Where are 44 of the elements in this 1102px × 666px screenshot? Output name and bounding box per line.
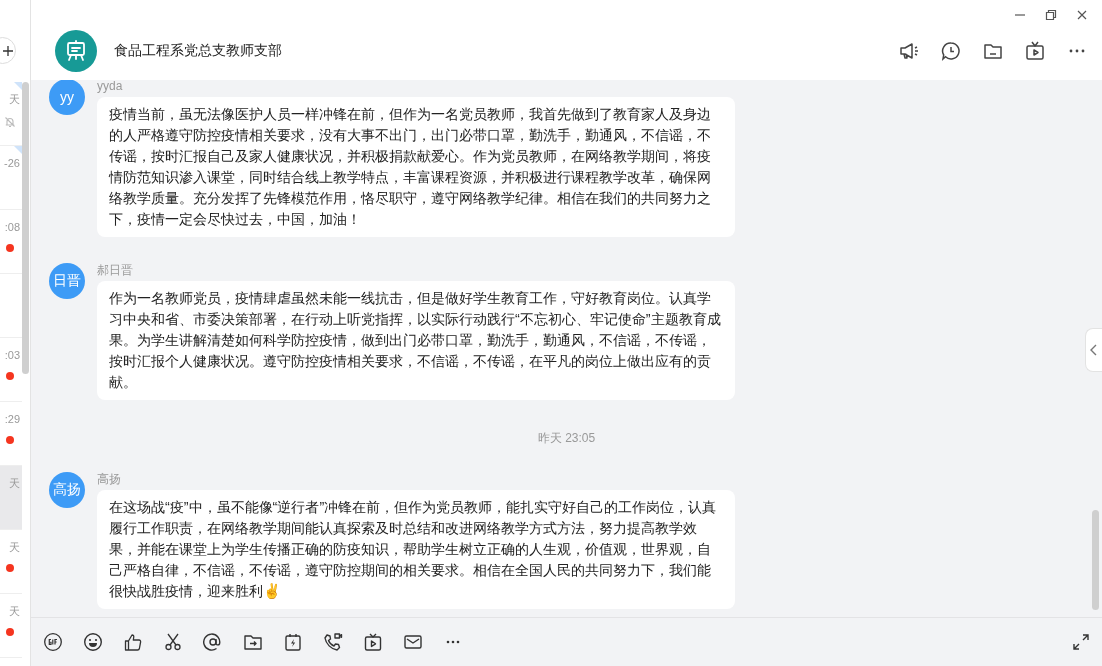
chat-title: 食品工程系党总支教师支部 bbox=[114, 42, 282, 60]
conversation-time: :03 bbox=[4, 348, 20, 362]
conversation-item[interactable]: 天 bbox=[0, 594, 22, 658]
flash-card-icon[interactable] bbox=[283, 632, 303, 652]
chevron-left-icon bbox=[1089, 344, 1099, 356]
scissors-icon[interactable] bbox=[163, 632, 183, 652]
close-icon[interactable] bbox=[1075, 8, 1089, 22]
conversation-item[interactable]: 天 bbox=[0, 466, 22, 530]
conversation-time: :08 bbox=[4, 220, 20, 234]
expand-icon[interactable] bbox=[1072, 633, 1090, 651]
sender-name: 高扬 bbox=[97, 472, 121, 486]
user-avatar[interactable]: 高扬 bbox=[49, 472, 85, 508]
message-bubble: 作为一名教师党员，疫情肆虐虽然未能一线抗击，但是做好学生教育工作，守好教育岗位。认真学习中央和省、市委决策部署，在行动上听党指挥，以实际行动践行“不忘初心、牢记使命”主题教育成果。为学生讲解清楚如何科学防控疫情，做到出门必带口罩，勤洗手，勤通风，不信谣，不传谣，按时汇报个人健康状况。遵守防控疫情相关要求，不信谣，不传谣，在平凡的岗位上做出应有的贡献。 bbox=[97, 281, 735, 400]
conversation-time: 天 bbox=[9, 92, 20, 106]
scrollbar-thumb[interactable] bbox=[1092, 510, 1099, 610]
message-bubble: 在这场战“疫”中，虽不能像“逆行者”冲锋在前，但作为党员教师，能扎实守好自己的工作岗位，认真履行工作职责，在网络教学期间能认真探索及时总结和改进网络教学方式方法，努力提高教学效果，并能在课堂上为学生传播正确的防疫知识，帮助学生树立正确的人生观，价值观，世界观，自己严格自律，不信谣，不传谣，遵守防控期间的相关要求。相信在全国人民的共同努力下，我们能很快战胜疫情，迎来胜利✌ bbox=[97, 490, 735, 609]
conversation-time: -26 bbox=[4, 156, 20, 170]
clock-icon[interactable] bbox=[940, 40, 962, 62]
conversation-time: :29 bbox=[4, 412, 20, 426]
phone-video-icon[interactable] bbox=[323, 632, 343, 652]
user-avatar[interactable]: 日晋 bbox=[49, 263, 85, 299]
mail-icon[interactable] bbox=[403, 632, 423, 652]
gif-icon[interactable] bbox=[43, 632, 63, 652]
message-bubble: 疫情当前，虽无法像医护人员一样冲锋在前，但作为一名党员教师，我首先做到了教育家人及身边的人严格遵守防控疫情相关要求，没有大事不出门，出门必带口罩，勤洗手，勤通风，不信谣，不传谣，按时汇报自己及家人健康状况，并积极捐款献爱心。作为党员教师，在网络教学期间，将疫情防范知识渗入课堂，同时结合线上教学特点，丰富课程资源，并积极进行课程教学改革，确保网络教学质量。充分发挥了先锋模范作用，恪尽职守，遵守网络教学纪律。相信在我们的共同努力之下，疫情一定会尽快过去，中国，加油！ bbox=[97, 97, 735, 237]
at-icon[interactable] bbox=[203, 632, 223, 652]
restore-icon[interactable] bbox=[1044, 8, 1058, 22]
sender-name: 郝日晋 bbox=[97, 263, 133, 277]
timestamp: 昨天 23:05 bbox=[537, 430, 596, 446]
conversation-time: 天 bbox=[9, 476, 20, 490]
emoji-icon[interactable] bbox=[83, 632, 103, 652]
scrollbar-thumb[interactable] bbox=[22, 82, 29, 374]
plus-icon bbox=[2, 44, 14, 57]
conversation-time: 天 bbox=[9, 540, 20, 554]
tv-play-icon[interactable] bbox=[363, 632, 383, 652]
megaphone-icon[interactable] bbox=[898, 40, 920, 62]
tv-play-icon[interactable] bbox=[1024, 40, 1046, 62]
conversation-item[interactable]: 天 bbox=[0, 530, 22, 594]
group-avatar[interactable] bbox=[55, 30, 97, 72]
thumbs-up-icon[interactable] bbox=[123, 632, 143, 652]
conversation-time: 天 bbox=[9, 604, 20, 618]
collapse-handle[interactable] bbox=[1085, 328, 1102, 372]
folder-arrow-icon[interactable] bbox=[243, 632, 263, 652]
sender-name: yyda bbox=[97, 80, 123, 93]
user-avatar[interactable]: yy bbox=[49, 80, 85, 115]
